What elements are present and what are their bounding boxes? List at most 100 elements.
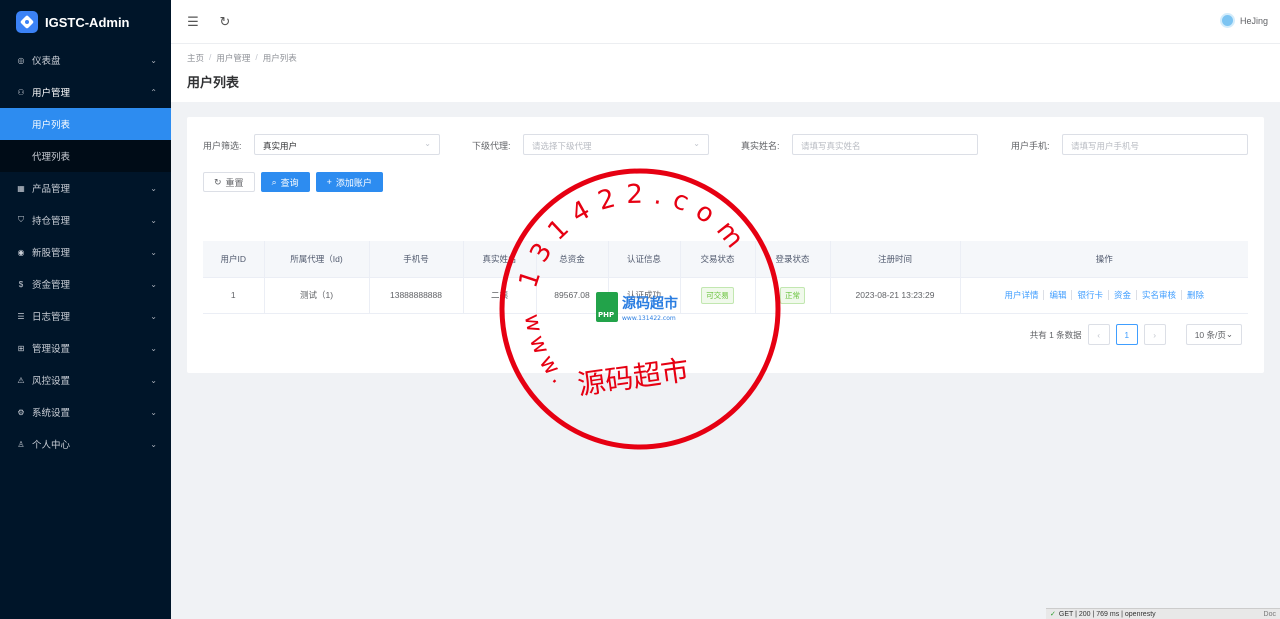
page-size-value: 10 条/页 xyxy=(1194,329,1226,340)
cell-actions: 用户详情 编辑 银行卡 资金 实名审核 删除 xyxy=(960,277,1248,314)
column-header[interactable]: 所属代理（Id) xyxy=(264,241,370,278)
search-icon: ⌕ xyxy=(271,176,277,187)
chevron-down-icon: ⌄ xyxy=(150,407,157,417)
user-filter-value: 真实用户 xyxy=(263,141,298,151)
reset-button[interactable]: ↻ 重置 xyxy=(203,172,255,192)
column-header[interactable]: 认证信息 xyxy=(608,241,681,278)
avatar xyxy=(1219,13,1235,28)
warning-icon: ⚠ xyxy=(17,375,25,385)
chevron-down-icon: ⌄ xyxy=(150,343,157,353)
top-header: ☰ ↻ HeJing xyxy=(171,0,1280,44)
sidebar: IGSTC-Admin ◎ 仪表盘 ⌄ ⚇ 用户管理 ⌃ 用户列表 代理列表 ▦… xyxy=(0,0,171,619)
user-name: HeJing xyxy=(1239,15,1268,26)
prev-page-button[interactable]: ‹ xyxy=(1087,324,1110,345)
debug-doc-label: Doc xyxy=(1263,610,1276,618)
user-filter-label: 用户筛选: xyxy=(203,141,242,151)
next-page-button[interactable]: › xyxy=(1143,324,1166,345)
money-icon: $ xyxy=(18,279,24,289)
sidebar-item-agent-list[interactable]: 代理列表 xyxy=(0,140,171,172)
column-header[interactable]: 手机号 xyxy=(369,241,464,278)
column-header[interactable]: 真实姓名 xyxy=(463,241,537,278)
refresh-icon[interactable]: ↻ xyxy=(217,14,233,30)
sidebar-item-profile[interactable]: ♙ 个人中心 ⌄ xyxy=(0,428,171,460)
column-header[interactable]: 注册时间 xyxy=(830,241,961,278)
sidebar-item-system-settings[interactable]: ⚙ 系统设置 ⌄ xyxy=(0,396,171,428)
reset-icon: ↻ xyxy=(214,176,222,187)
column-header[interactable]: 登录状态 xyxy=(755,241,831,278)
table-header-row: 用户ID 所属代理（Id) 手机号 真实姓名 总资金 认证信息 交易状态 登录状… xyxy=(203,241,1248,278)
delete-link[interactable]: 删除 xyxy=(1182,290,1209,300)
position-icon: ⛉ xyxy=(18,215,24,224)
column-header[interactable]: 交易状态 xyxy=(680,241,756,278)
filter-bar: 用户筛选: 真实用户 ⌄ 下级代理: 请选择下级代理 ⌄ 真实姓名: 请填写真实… xyxy=(203,134,1248,156)
app-logo[interactable]: IGSTC-Admin xyxy=(0,0,171,44)
edit-link[interactable]: 编辑 xyxy=(1044,290,1073,300)
user-menu[interactable]: HeJing xyxy=(1219,13,1268,28)
chevron-down-icon: ⌄ xyxy=(150,439,157,449)
sidebar-item-ipo[interactable]: ◉ 新股管理 ⌄ xyxy=(0,236,171,268)
breadcrumb-home[interactable]: 主页 xyxy=(187,52,204,64)
column-header[interactable]: 用户ID xyxy=(203,241,265,278)
sidebar-item-products[interactable]: ▦ 产品管理 ⌄ xyxy=(0,172,171,204)
sidebar-item-label: 用户列表 xyxy=(32,120,71,131)
sidebar-item-label: 资金管理 xyxy=(32,280,71,291)
user-table: 用户ID 所属代理（Id) 手机号 真实姓名 总资金 认证信息 交易状态 登录状… xyxy=(203,241,1248,314)
plus-icon: + xyxy=(326,177,332,187)
add-account-button[interactable]: + 添加账户 xyxy=(315,172,383,192)
collapse-menu-icon[interactable]: ☰ xyxy=(185,14,201,30)
sidebar-item-label: 风控设置 xyxy=(32,376,71,387)
page-header: 主页 / 用户管理 / 用户列表 用户列表 xyxy=(171,44,1280,102)
sidebar-item-funds[interactable]: $ 资金管理 ⌄ xyxy=(0,268,171,300)
sidebar-item-dashboard[interactable]: ◎ 仪表盘 ⌄ xyxy=(0,44,171,76)
log-icon: ☰ xyxy=(17,311,25,321)
breadcrumb-separator: / xyxy=(209,52,212,62)
cell-login-status: 正常 xyxy=(755,277,831,314)
status-badge: 正常 xyxy=(780,286,805,304)
sidebar-item-logs[interactable]: ☰ 日志管理 ⌄ xyxy=(0,300,171,332)
phone-input[interactable]: 请填写用户手机号 xyxy=(1062,134,1248,155)
sidebar-item-user-list[interactable]: 用户列表 xyxy=(0,108,171,140)
person-icon: ♙ xyxy=(17,439,25,449)
sidebar-item-label: 日志管理 xyxy=(32,312,71,323)
sidebar-item-label: 代理列表 xyxy=(32,152,71,163)
sidebar-item-user-management[interactable]: ⚇ 用户管理 ⌃ xyxy=(0,76,171,108)
debug-request-info: GET | 200 | 769 ms | openresty xyxy=(1058,610,1156,618)
breadcrumb: 主页 / 用户管理 / 用户列表 xyxy=(187,52,1264,64)
agent-filter-select[interactable]: 请选择下级代理 ⌄ xyxy=(523,134,709,155)
user-filter-select[interactable]: 真实用户 ⌄ xyxy=(254,134,440,155)
sidebar-item-label: 仪表盘 xyxy=(32,56,61,67)
check-icon: ✓ xyxy=(1050,611,1056,618)
sidebar-item-positions[interactable]: ⛉ 持仓管理 ⌄ xyxy=(0,204,171,236)
sidebar-item-label: 系统设置 xyxy=(32,408,71,419)
page-size-select[interactable]: 10 条/页 ⌄ xyxy=(1185,324,1242,345)
bank-card-link[interactable]: 银行卡 xyxy=(1072,290,1109,300)
breadcrumb-user-management[interactable]: 用户管理 xyxy=(216,52,250,64)
chevron-down-icon: ⌄ xyxy=(150,183,157,193)
user-detail-link[interactable]: 用户详情 xyxy=(999,290,1045,300)
cell-trade-status: 可交易 xyxy=(680,277,756,314)
column-header: 操作 xyxy=(960,241,1248,278)
dashboard-icon: ◎ xyxy=(17,55,25,65)
cell-register-time: 2023-08-21 13:23:29 xyxy=(830,277,961,314)
sidebar-item-admin-settings[interactable]: ⊞ 管理设置 ⌄ xyxy=(0,332,171,364)
funds-link[interactable]: 资金 xyxy=(1109,290,1138,300)
search-button[interactable]: ⌕ 查询 xyxy=(260,172,310,192)
chevron-down-icon: ⌄ xyxy=(150,311,157,321)
admin-icon: ⊞ xyxy=(17,343,25,353)
page-number-button[interactable]: 1 xyxy=(1115,324,1138,345)
chevron-up-icon: ⌃ xyxy=(150,87,157,97)
sidebar-item-risk-settings[interactable]: ⚠ 风控设置 ⌄ xyxy=(0,364,171,396)
sidebar-item-label: 持仓管理 xyxy=(32,216,71,227)
sidebar-item-label: 产品管理 xyxy=(32,184,71,195)
agent-filter-placeholder: 请选择下级代理 xyxy=(532,141,592,151)
debug-status-bar[interactable]: ✓ GET | 200 | 769 ms | openresty Doc xyxy=(1046,608,1280,619)
column-header[interactable]: 总资金 xyxy=(536,241,609,278)
cell-total-funds: 89567.08 xyxy=(536,277,609,314)
table-row[interactable]: 1 测试（1) 13888888888 二姨 89567.08 认证成功 可交易… xyxy=(203,277,1248,314)
phone-label: 用户手机: xyxy=(1011,141,1050,151)
search-button-label: 查询 xyxy=(280,177,299,188)
cell-auth-info: 认证成功 xyxy=(608,277,681,314)
gear-icon: ⚙ xyxy=(17,407,25,417)
realname-input[interactable]: 请填写真实姓名 xyxy=(792,134,978,155)
verify-link[interactable]: 实名审核 xyxy=(1137,290,1183,300)
